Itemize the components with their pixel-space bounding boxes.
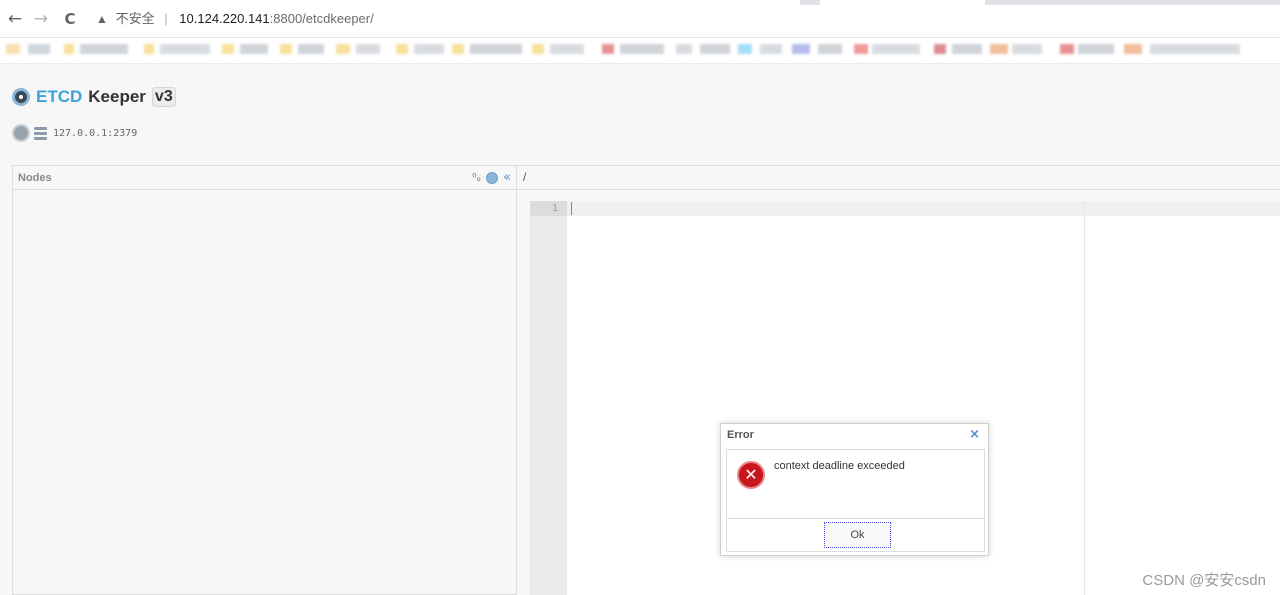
bookmark-item[interactable]	[28, 44, 50, 54]
bookmark-item[interactable]	[1012, 44, 1042, 54]
bookmark-item[interactable]	[298, 44, 324, 54]
etcdkeeper-app: ETCD Keeper v3 127.0.0.1:2379 Nodes ⁰ₒ «…	[0, 64, 1280, 595]
back-button[interactable]: ←	[5, 9, 25, 29]
bookmark-item[interactable]	[872, 44, 920, 54]
server-info[interactable]: 127.0.0.1:2379	[12, 124, 137, 142]
dialog-title: Error	[727, 429, 754, 441]
print-margin	[1084, 201, 1085, 595]
bookmark-item[interactable]	[6, 44, 20, 54]
bookmark-item[interactable]	[620, 44, 664, 54]
address-separator: |	[164, 11, 167, 26]
dialog-body: ✕ context deadline exceeded	[726, 449, 985, 519]
security-label[interactable]: 不安全	[116, 11, 155, 26]
brand-etcd: ETCD	[36, 87, 82, 107]
watermark: CSDN @安安csdn	[1142, 569, 1266, 590]
bookmark-item[interactable]	[550, 44, 584, 54]
database-icon[interactable]	[34, 127, 47, 140]
bookmark-item[interactable]	[240, 44, 268, 54]
error-icon: ✕	[737, 461, 765, 489]
bookmark-item[interactable]	[356, 44, 380, 54]
bookmark-item[interactable]	[532, 44, 544, 54]
bookmark-item[interactable]	[280, 44, 292, 54]
nodes-toolbar: ⁰ₒ «	[472, 171, 511, 184]
forward-button[interactable]: →	[31, 9, 51, 29]
brand-keeper: Keeper	[88, 87, 146, 107]
error-dialog: Error × ✕ context deadline exceeded Ok	[720, 423, 989, 556]
bookmark-item[interactable]	[760, 44, 782, 54]
ok-button[interactable]: Ok	[824, 522, 891, 548]
tree-icon[interactable]: ⁰ₒ	[472, 171, 481, 184]
bookmark-item[interactable]	[414, 44, 444, 54]
active-line	[530, 201, 1280, 216]
bookmark-item[interactable]	[676, 44, 692, 54]
url-path: :8800/etcdkeeper/	[270, 11, 374, 26]
bookmark-item[interactable]	[792, 44, 810, 54]
tab-edge	[800, 0, 820, 5]
bookmark-item[interactable]	[990, 44, 1008, 54]
bookmark-item[interactable]	[1150, 44, 1240, 54]
etcd-logo-icon	[12, 88, 30, 106]
collapse-icon[interactable]: «	[503, 172, 511, 184]
reload-button[interactable]: C	[60, 9, 80, 29]
bookmark-item[interactable]	[738, 44, 752, 54]
warning-icon[interactable]: ▲	[96, 6, 112, 32]
bookmark-item[interactable]	[452, 44, 464, 54]
bookmarks-bar	[0, 38, 1280, 64]
bookmark-item[interactable]	[854, 44, 868, 54]
bookmark-item[interactable]	[700, 44, 730, 54]
bookmark-item[interactable]	[396, 44, 408, 54]
error-message: context deadline exceeded	[774, 460, 905, 472]
refresh-icon[interactable]	[486, 172, 498, 184]
url-host: 10.124.220.141	[179, 11, 269, 26]
version-badge: v3	[152, 87, 176, 107]
bookmark-item[interactable]	[470, 44, 522, 54]
nodes-panel: Nodes ⁰ₒ «	[12, 165, 517, 595]
editor-gutter	[530, 201, 567, 595]
server-address: 127.0.0.1:2379	[53, 128, 137, 139]
tab-edge	[985, 0, 1280, 5]
address-bar[interactable]: ▲ 不安全 | 10.124.220.141:8800/etcdkeeper/	[96, 6, 816, 32]
bookmark-item[interactable]	[80, 44, 128, 54]
bookmark-item[interactable]	[160, 44, 210, 54]
line-number: 1	[530, 203, 558, 214]
bookmark-item[interactable]	[64, 44, 74, 54]
close-icon[interactable]: ×	[969, 427, 980, 442]
browser-toolbar: ← → C ▲ 不安全 | 10.124.220.141:8800/etcdke…	[0, 0, 1280, 38]
bookmark-item[interactable]	[336, 44, 350, 54]
key-path-bar: /	[517, 165, 1280, 190]
dialog-footer: Ok	[726, 519, 985, 552]
key-path: /	[523, 170, 526, 184]
nodes-panel-header: Nodes ⁰ₒ «	[13, 166, 516, 190]
bookmark-item[interactable]	[222, 44, 234, 54]
app-logo: ETCD Keeper v3	[12, 86, 176, 108]
bookmark-item[interactable]	[144, 44, 154, 54]
bookmark-item[interactable]	[952, 44, 982, 54]
avatar[interactable]	[12, 124, 30, 142]
bookmark-item[interactable]	[602, 44, 614, 54]
bookmark-item[interactable]	[934, 44, 946, 54]
nodes-panel-title: Nodes	[18, 172, 52, 184]
bookmark-item[interactable]	[1124, 44, 1142, 54]
bookmark-item[interactable]	[1078, 44, 1114, 54]
bookmark-item[interactable]	[818, 44, 842, 54]
bookmark-item[interactable]	[1060, 44, 1074, 54]
text-cursor	[571, 202, 572, 215]
